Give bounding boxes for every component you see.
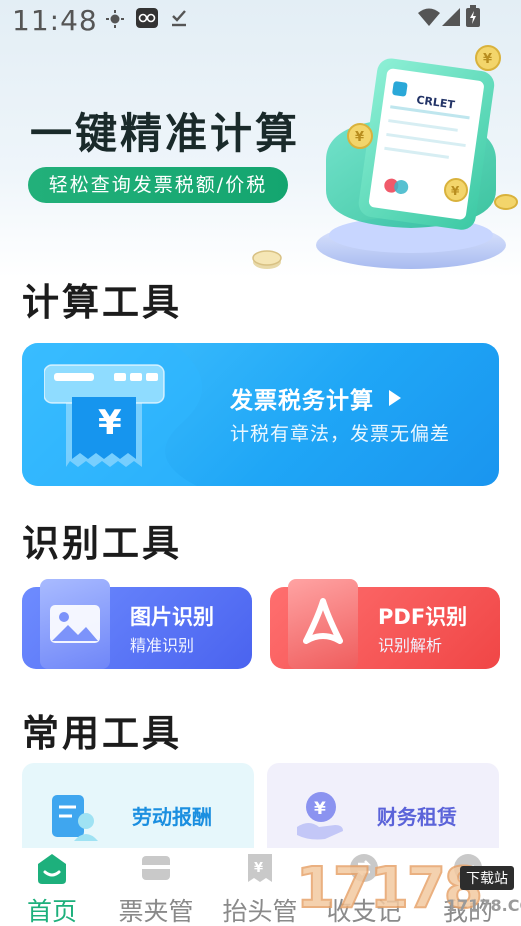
- calc-banner-subtitle: 计税有章法，发票无偏差: [230, 423, 451, 445]
- svg-text:¥: ¥: [314, 799, 326, 819]
- signal-icon: [442, 8, 460, 26]
- image-recognition-card[interactable]: 图片识别 精准识别: [22, 579, 252, 669]
- app-notification-icon: [136, 8, 158, 28]
- download-done-icon: [172, 10, 186, 27]
- status-bar: 11:48: [0, 0, 521, 44]
- section-title-recognition: 识别工具: [22, 522, 182, 565]
- wifi-icon: [418, 8, 440, 26]
- labor-document-icon: [52, 795, 98, 841]
- labor-remuneration-label: 劳动报酬: [132, 805, 212, 829]
- invoice-tax-calc-banner[interactable]: ¥ 发票税务计算 计税有章法，发票无偏差: [22, 343, 499, 486]
- play-arrow-icon: [389, 390, 401, 406]
- yuan-icon: ¥: [98, 403, 122, 443]
- section-title-common: 常用工具: [22, 712, 182, 755]
- nav-home-label: 首页: [26, 897, 77, 926]
- watermark-domain: 17178.COM: [446, 896, 521, 915]
- svg-text:¥: ¥: [483, 52, 492, 67]
- image-recognition-subtitle: 精准识别: [130, 636, 195, 655]
- svg-text:¥: ¥: [254, 861, 263, 876]
- pdf-recognition-subtitle: 识别解析: [378, 636, 443, 655]
- calc-banner-title: 发票税务计算: [230, 388, 374, 414]
- pdf-recognition-card[interactable]: PDF识别 识别解析: [270, 579, 500, 669]
- financial-lease-label: 财务租赁: [377, 805, 457, 829]
- coin-icon: [494, 194, 518, 210]
- hero-title: 一键精准计算: [30, 109, 301, 158]
- brightness-icon: [106, 10, 124, 28]
- receipt-illustration: CRLET ¥ ¥ ¥: [316, 45, 518, 269]
- receipt-icon: ¥: [248, 854, 272, 882]
- hand-coin-icon: ¥: [297, 792, 343, 840]
- nav-invoice-folder-label: 票夹管: [118, 897, 194, 926]
- coin-icon: [252, 250, 282, 269]
- site-watermark: 17178 下载站 17178.COM: [295, 855, 521, 926]
- image-recognition-title: 图片识别: [130, 605, 214, 629]
- nav-invoice-folder[interactable]: 票夹管: [104, 848, 208, 926]
- pdf-recognition-title: PDF识别: [378, 605, 468, 629]
- status-time: 11:48: [12, 4, 98, 37]
- svg-text:¥: ¥: [355, 130, 364, 145]
- watermark-badge: 下载站: [460, 866, 514, 890]
- nav-home[interactable]: 首页: [0, 848, 104, 926]
- section-title-calc: 计算工具: [22, 281, 182, 324]
- wallet-icon: [142, 856, 170, 880]
- home-icon: [38, 854, 66, 884]
- hero-subtitle-pill: 轻松查询发票税额/价税: [28, 167, 288, 203]
- app-home-screen: 11:48 一键精准计算 轻松查询发票税额/价税 CRLET ¥ ¥ ¥ 计算工…: [0, 0, 521, 926]
- svg-text:¥: ¥: [451, 184, 460, 198]
- pdf-icon: [288, 579, 358, 669]
- battery-icon: [466, 5, 480, 27]
- image-icon: [40, 579, 110, 669]
